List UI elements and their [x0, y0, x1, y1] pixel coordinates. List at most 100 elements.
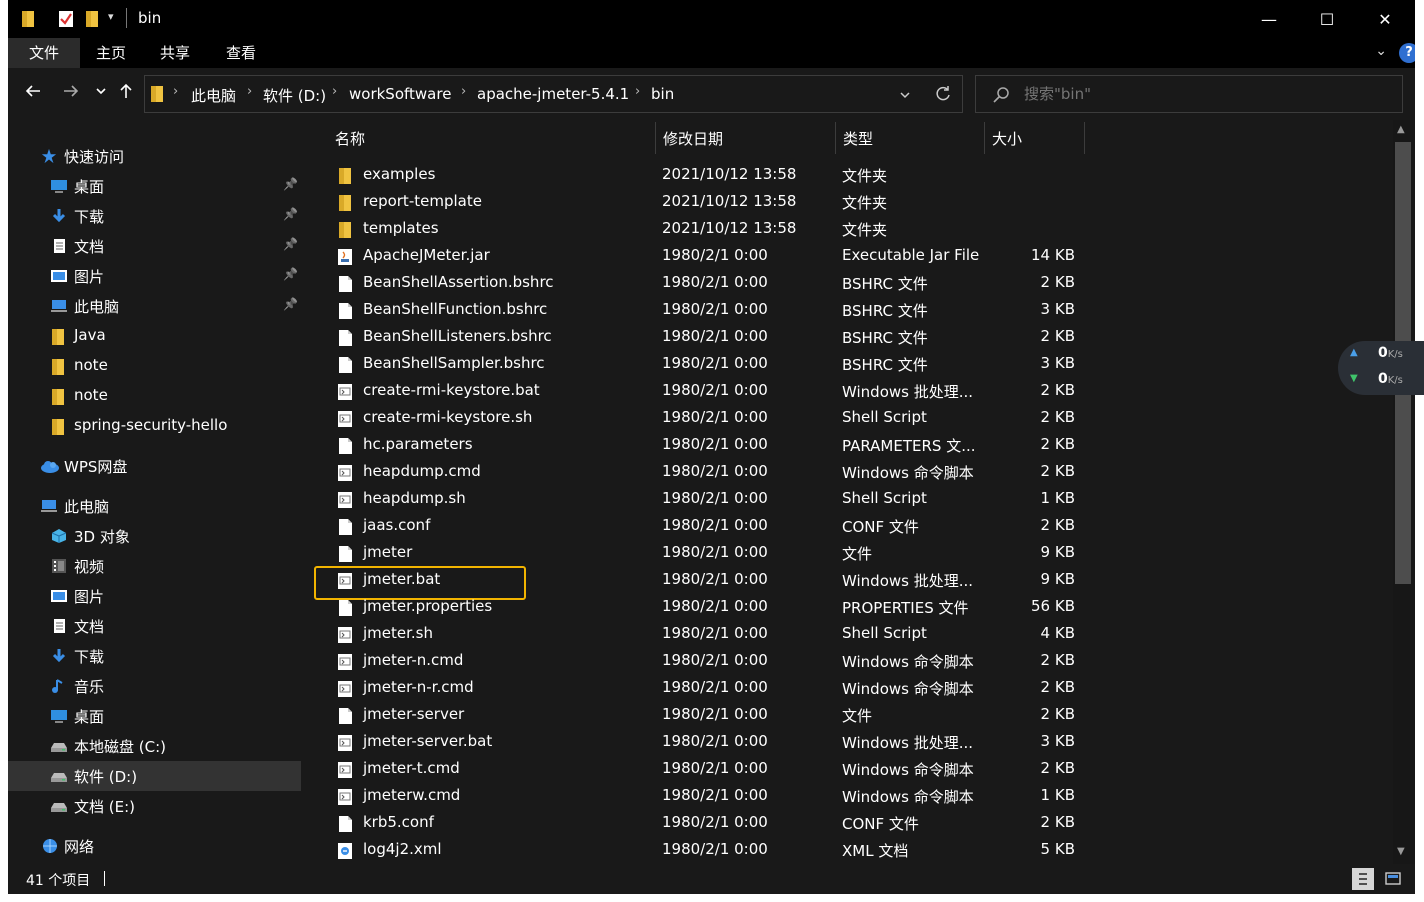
- breadcrumb-this-pc[interactable]: 此电脑: [191, 85, 236, 106]
- sidebar-item[interactable]: 本地磁盘 (C:): [8, 731, 301, 761]
- file-row[interactable]: jmeter.properties 1980/2/1 0:00 PROPERTIES…: [327, 594, 1077, 621]
- column-header-date[interactable]: 修改日期: [655, 120, 835, 154]
- file-row[interactable]: jmeter.sh 1980/2/1 0:00 Shell Script 4 KB: [327, 621, 1077, 648]
- large-icons-view-button[interactable]: [1382, 868, 1404, 890]
- folder-icon[interactable]: [20, 10, 36, 28]
- file-row[interactable]: BeanShellFunction.bshrc 1980/2/1 0:00 BSHR…: [327, 297, 1077, 324]
- pin-icon[interactable]: 📌: [283, 267, 298, 281]
- folder-icon: [337, 194, 353, 212]
- file-row[interactable]: jmeter-t.cmd 1980/2/1 0:00 Windows 命令脚本 2 K…: [327, 756, 1077, 783]
- help-button[interactable]: ?: [1399, 43, 1415, 63]
- sidebar-item[interactable]: 视频: [8, 551, 301, 581]
- vertical-scrollbar[interactable]: ▲ ▼: [1393, 120, 1415, 864]
- file-row[interactable]: jmeter 1980/2/1 0:00 文件 9 KB: [327, 540, 1077, 567]
- file-row[interactable]: examples 2021/10/12 13:58 文件夹: [327, 162, 1077, 189]
- sidebar-item[interactable]: 文档: [8, 611, 301, 641]
- column-divider[interactable]: [1084, 122, 1085, 154]
- sidebar-item[interactable]: 文档 📌: [8, 231, 301, 261]
- back-button[interactable]: [20, 82, 46, 106]
- column-header-type[interactable]: 类型: [835, 120, 985, 154]
- file-row[interactable]: templates 2021/10/12 13:58 文件夹: [327, 216, 1077, 243]
- sidebar-item[interactable]: note: [8, 381, 301, 411]
- file-row[interactable]: jmeterw.cmd 1980/2/1 0:00 Windows 命令脚本 1 KB: [327, 783, 1077, 810]
- column-header-size[interactable]: 大小: [984, 120, 1084, 154]
- file-type: BSHRC 文件: [842, 329, 928, 347]
- sidebar-item[interactable]: 3D 对象: [8, 521, 301, 551]
- tab-file[interactable]: 文件: [8, 38, 80, 68]
- sidebar-item[interactable]: 桌面: [8, 701, 301, 731]
- scroll-down-icon[interactable]: ▼: [1397, 846, 1405, 857]
- search-input[interactable]: [1024, 84, 1384, 104]
- details-view-button[interactable]: [1352, 868, 1374, 890]
- properties-icon[interactable]: [58, 10, 74, 28]
- sidebar-item[interactable]: 网络: [8, 831, 301, 861]
- sidebar-item[interactable]: 快速访问: [8, 141, 301, 171]
- file-row[interactable]: jmeter-server 1980/2/1 0:00 文件 2 KB: [327, 702, 1077, 729]
- file-row[interactable]: jmeter-n.cmd 1980/2/1 0:00 Windows 命令脚本 2 K…: [327, 648, 1077, 675]
- sidebar-item[interactable]: 图片 📌: [8, 261, 301, 291]
- up-button[interactable]: [113, 82, 139, 106]
- file-size: 5 KB: [1040, 840, 1075, 858]
- file-row[interactable]: jmeter-n-r.cmd 1980/2/1 0:00 Windows 命令脚本 2…: [327, 675, 1077, 702]
- sidebar-item[interactable]: WPS网盘: [8, 451, 301, 481]
- file-name: templates: [363, 219, 439, 237]
- file-row[interactable]: create-rmi-keystore.bat 1980/2/1 0:00 Wind…: [327, 378, 1077, 405]
- sidebar-item[interactable]: 音乐: [8, 671, 301, 701]
- file-row[interactable]: BeanShellListeners.bshrc 1980/2/1 0:00 BSH…: [327, 324, 1077, 351]
- file-row[interactable]: jmeter.bat 1980/2/1 0:00 Windows 批处理... 9 K…: [327, 567, 1077, 594]
- sidebar-item[interactable]: 此电脑: [8, 491, 301, 521]
- column-header-name[interactable]: 名称 ︿: [327, 120, 645, 154]
- file-row[interactable]: BeanShellSampler.bshrc 1980/2/1 0:00 BSHRC…: [327, 351, 1077, 378]
- customize-quick-access-chevron-icon[interactable]: ▾: [108, 10, 114, 28]
- tab-home[interactable]: 主页: [80, 38, 142, 68]
- sidebar-item[interactable]: 文档 (E:): [8, 791, 301, 821]
- minimize-button[interactable]: —: [1240, 0, 1298, 38]
- expand-ribbon-chevron-icon[interactable]: ⌄: [1375, 43, 1387, 59]
- chevron-down-icon[interactable]: [899, 89, 911, 101]
- sidebar-item-label: 下载: [74, 208, 105, 226]
- file-row[interactable]: jmeter-server.bat 1980/2/1 0:00 Windows 批处…: [327, 729, 1077, 756]
- forward-button[interactable]: [58, 82, 84, 106]
- breadcrumb-apache-jmeter[interactable]: apache-jmeter-5.4.1: [477, 85, 629, 103]
- maximize-button[interactable]: ☐: [1298, 0, 1356, 38]
- breadcrumb-bin[interactable]: bin: [651, 85, 674, 103]
- sidebar-item[interactable]: Java: [8, 321, 301, 351]
- pin-icon[interactable]: 📌: [283, 207, 298, 221]
- file-row[interactable]: hc.parameters 1980/2/1 0:00 PARAMETERS 文..…: [327, 432, 1077, 459]
- file-row[interactable]: heapdump.cmd 1980/2/1 0:00 Windows 命令脚本 2 K…: [327, 459, 1077, 486]
- tab-view[interactable]: 查看: [210, 38, 272, 68]
- sidebar-item[interactable]: 图片: [8, 581, 301, 611]
- sidebar-item-label: WPS网盘: [64, 458, 128, 476]
- pin-icon[interactable]: 📌: [283, 177, 298, 191]
- network-speed-widget[interactable]: ▲ 0K/s ▼ 0K/s: [1338, 341, 1424, 395]
- scroll-up-icon[interactable]: ▲: [1397, 124, 1405, 135]
- refresh-icon[interactable]: [934, 85, 952, 103]
- file-row[interactable]: heapdump.sh 1980/2/1 0:00 Shell Script 1 KB: [327, 486, 1077, 513]
- sidebar-item[interactable]: 此电脑 📌: [8, 291, 301, 321]
- file-row[interactable]: jaas.conf 1980/2/1 0:00 CONF 文件 2 KB: [327, 513, 1077, 540]
- column-header-date-label: 修改日期: [663, 130, 724, 148]
- recent-locations-button[interactable]: [88, 82, 114, 106]
- sidebar-item[interactable]: spring-security-hello: [8, 411, 301, 441]
- sidebar-item[interactable]: 软件 (D:): [8, 761, 301, 791]
- sidebar-item-label: 桌面: [74, 178, 105, 196]
- file-row[interactable]: ApacheJMeter.jar 1980/2/1 0:00 Executable …: [327, 243, 1077, 270]
- close-button[interactable]: ✕: [1356, 0, 1414, 38]
- tab-share[interactable]: 共享: [144, 38, 206, 68]
- sidebar-item[interactable]: note: [8, 351, 301, 381]
- sidebar-item[interactable]: 下载 📌: [8, 201, 301, 231]
- sidebar-item[interactable]: 桌面 📌: [8, 171, 301, 201]
- file-row[interactable]: report-template 2021/10/12 13:58 文件夹: [327, 189, 1077, 216]
- sidebar-item[interactable]: 下载: [8, 641, 301, 671]
- file-row[interactable]: krb5.conf 1980/2/1 0:00 CONF 文件 2 KB: [327, 810, 1077, 837]
- breadcrumb-drive-d[interactable]: 软件 (D:): [263, 85, 326, 106]
- search-box[interactable]: [975, 75, 1403, 113]
- file-row[interactable]: BeanShellAssertion.bshrc 1980/2/1 0:00 BSH…: [327, 270, 1077, 297]
- breadcrumb-worksoftware[interactable]: workSoftware: [349, 85, 451, 103]
- address-bar[interactable]: › 此电脑 › 软件 (D:) › workSoftware › apache-…: [144, 75, 963, 113]
- pin-icon[interactable]: 📌: [283, 297, 298, 311]
- file-row[interactable]: log4j2.xml 1980/2/1 0:00 XML 文档 5 KB: [327, 837, 1077, 864]
- file-row[interactable]: create-rmi-keystore.sh 1980/2/1 0:00 Shell…: [327, 405, 1077, 432]
- new-folder-icon[interactable]: [84, 10, 100, 28]
- pin-icon[interactable]: 📌: [283, 237, 298, 251]
